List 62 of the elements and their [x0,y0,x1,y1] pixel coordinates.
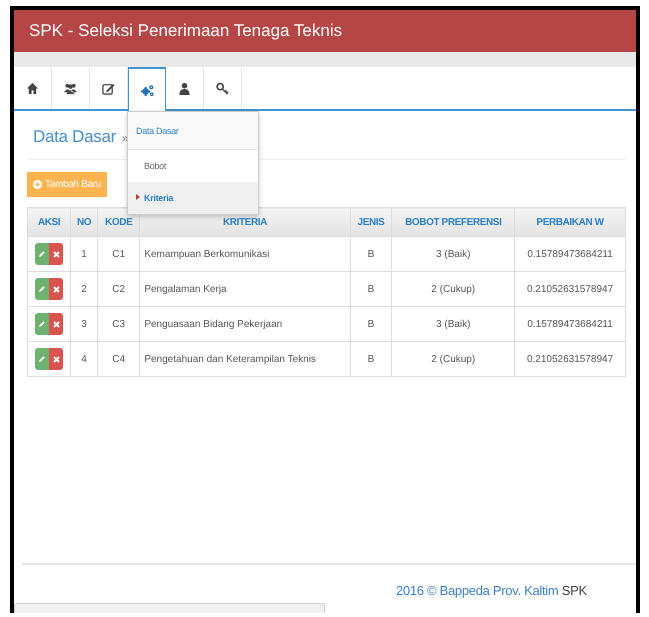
footer-text: SPK [562,583,587,598]
key-icon [216,82,229,94]
table-cell: Pengetahuan dan Keterampilan Teknis [140,342,350,376]
caret-icon [136,194,140,200]
menu-header[interactable]: Data Dasar [128,112,258,150]
pencil-icon [38,250,46,258]
edit-icon [102,82,115,94]
column-header: JENIS [350,208,392,236]
table-cell: 0.21052631578947 [514,272,626,306]
column-header: KODE [98,208,140,236]
table-cell: 2 [70,272,98,306]
delete-button[interactable] [49,243,64,265]
edit-button[interactable] [35,313,50,335]
table-cell: 3 [70,306,98,342]
close-icon [52,250,60,258]
column-header: PERBAIKAN W [514,208,626,236]
close-icon [52,356,60,362]
app-title: SPK - Seleksi Penerimaan Tenaga Teknis [29,21,342,41]
table-cell: B [350,236,392,272]
table-cell: 1 [70,236,98,272]
close-icon [52,286,60,292]
home-icon [26,82,39,94]
menu-item[interactable]: Kriteria [128,182,258,214]
table-cell: C4 [98,342,140,376]
table-cell: Kemampuan Berkomunikasi [140,236,350,272]
column-header: AKSI [28,208,71,236]
delete-button[interactable] [49,278,64,300]
table-cell: 2 (Cukup) [392,342,515,376]
table-cell: Penguasaan Bidang Pekerjaan [140,306,350,342]
table-cell: 0.21052631578947 [514,342,626,376]
table-cell: 3 (Baik) [392,306,515,342]
column-header: NO [70,208,98,236]
column-header: BOBOT PREFERENSI [392,208,515,236]
table-cell: B [350,272,392,306]
table-cell: B [350,342,392,376]
edit-button[interactable] [35,243,50,265]
footer-link[interactable]: 2016 © Bappeda Prov. Kaltim [396,583,558,598]
nav-tab[interactable] [128,67,166,111]
delete-button[interactable] [49,313,64,335]
delete-button[interactable] [49,348,64,370]
gears-icon [140,84,154,96]
table-cell: 2 (Cukup) [392,272,515,306]
plus-icon [33,180,42,189]
user-icon [178,82,191,94]
table-cell: 0.15789473684211 [514,236,626,272]
users-icon [64,82,77,94]
pencil-icon [38,320,46,328]
table-cell: C3 [98,306,140,342]
table-cell: 0.15789473684211 [514,306,626,342]
pencil-icon [38,355,46,363]
edit-button[interactable] [35,278,50,300]
pencil-icon [38,285,46,293]
table-cell: 4 [70,342,98,376]
edit-button[interactable] [35,348,50,370]
menu-item[interactable]: Bobot [128,150,258,182]
close-icon [52,320,60,328]
page-title: Data Dasar [33,127,116,147]
table-cell: C2 [98,272,140,306]
table-cell: C1 [98,236,140,272]
table-cell: 3 (Baik) [392,236,515,272]
table-cell: Pengalaman Kerja [140,272,350,306]
table-cell: B [350,306,392,342]
